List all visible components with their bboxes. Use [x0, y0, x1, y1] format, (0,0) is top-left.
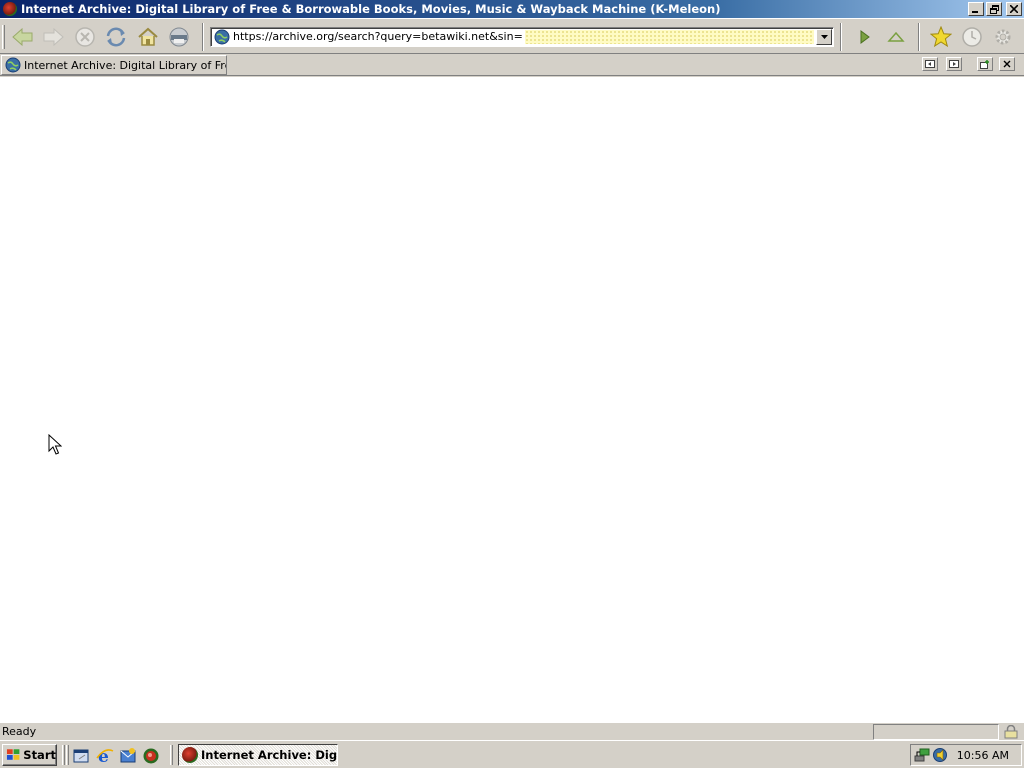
home-icon [138, 27, 158, 46]
task-button-label: Internet Archive: Digit... [201, 748, 337, 762]
print-icon [169, 27, 189, 47]
bookmarks-button[interactable] [928, 24, 954, 50]
taskbar-separator [62, 745, 65, 765]
windows-flag-icon [6, 749, 20, 760]
minimize-icon [972, 11, 978, 13]
close-button[interactable] [1006, 2, 1022, 16]
navigation-toolbar: https://archive.org/search?query=betawik… [0, 18, 1024, 54]
up-button[interactable] [883, 24, 909, 50]
network-icon[interactable] [914, 747, 930, 763]
status-text: Ready [2, 725, 37, 738]
up-icon [887, 31, 905, 42]
bookmarks-icon [930, 26, 952, 48]
kmeleon-task-icon [182, 747, 198, 763]
url-dropdown-button[interactable] [816, 29, 832, 45]
status-bar: Ready [0, 722, 1024, 740]
go-icon [860, 30, 870, 44]
window-title: Internet Archive: Digital Library of Fre… [21, 2, 721, 16]
mouse-cursor-icon [48, 434, 62, 455]
url-autofill-area[interactable] [524, 30, 814, 44]
start-label: Start [23, 748, 56, 762]
back-button[interactable] [10, 24, 36, 50]
start-button[interactable]: Start [2, 744, 57, 766]
tab-previous-button[interactable] [922, 57, 938, 71]
toolbar-grip[interactable] [2, 25, 5, 49]
reload-icon [106, 27, 126, 47]
forward-icon [43, 27, 64, 47]
new-tab-button[interactable] [977, 57, 993, 71]
kmeleon-icon[interactable] [142, 747, 160, 765]
clock[interactable]: 10:56 AM [957, 749, 1009, 762]
go-button[interactable] [852, 24, 878, 50]
history-icon [962, 27, 982, 47]
close-tab-icon [1003, 60, 1011, 68]
forward-button[interactable] [40, 24, 66, 50]
kmeleon-app-icon[interactable] [3, 2, 17, 16]
title-bar[interactable]: Internet Archive: Digital Library of Fre… [0, 0, 1024, 18]
taskbar: Start e Internet Archive: Digit... 10:56… [0, 740, 1024, 768]
tab-internet-archive[interactable]: Internet Archive: Digital Library of Fre… [1, 55, 227, 75]
preferences-button[interactable] [990, 24, 1016, 50]
back-icon [12, 27, 33, 47]
internet-explorer-icon[interactable]: e [96, 747, 114, 765]
close-tab-button[interactable] [999, 57, 1015, 71]
tab-next-button[interactable] [946, 57, 962, 71]
history-button[interactable] [959, 24, 985, 50]
security-lock-icon[interactable] [1003, 725, 1019, 739]
tab-previous-icon [925, 60, 935, 68]
volume-icon[interactable] [932, 747, 948, 763]
reload-button[interactable] [103, 24, 129, 50]
chevron-down-icon [820, 35, 828, 39]
page-globe-icon [214, 29, 230, 45]
tab-next-icon [949, 60, 959, 68]
print-button[interactable] [166, 24, 192, 50]
new-tab-icon [980, 59, 989, 69]
outlook-icon[interactable] [119, 747, 137, 765]
page-content[interactable] [0, 77, 1024, 722]
minimize-button[interactable] [968, 2, 984, 16]
stop-icon [75, 27, 95, 47]
preferences-icon [995, 29, 1011, 45]
tab-globe-icon [5, 57, 21, 73]
restore-icon [989, 4, 999, 14]
tab-bar: Internet Archive: Digital Library of Fre… [0, 54, 1024, 76]
home-button[interactable] [135, 24, 161, 50]
restore-button[interactable] [986, 2, 1002, 16]
taskbar-separator-2 [170, 745, 173, 765]
system-tray: 10:56 AM [910, 744, 1022, 766]
close-icon [1010, 5, 1018, 13]
progress-pane [873, 724, 999, 740]
task-button-kmeleon[interactable]: Internet Archive: Digit... [178, 744, 338, 766]
stop-button[interactable] [72, 24, 98, 50]
quick-launch-grip[interactable] [66, 745, 69, 765]
show-desktop-icon[interactable] [73, 747, 91, 765]
tab-label: Internet Archive: Digital Library of Fre… [24, 58, 226, 72]
url-bar[interactable]: https://archive.org/search?query=betawik… [210, 27, 834, 47]
url-text[interactable]: https://archive.org/search?query=betawik… [233, 29, 525, 45]
